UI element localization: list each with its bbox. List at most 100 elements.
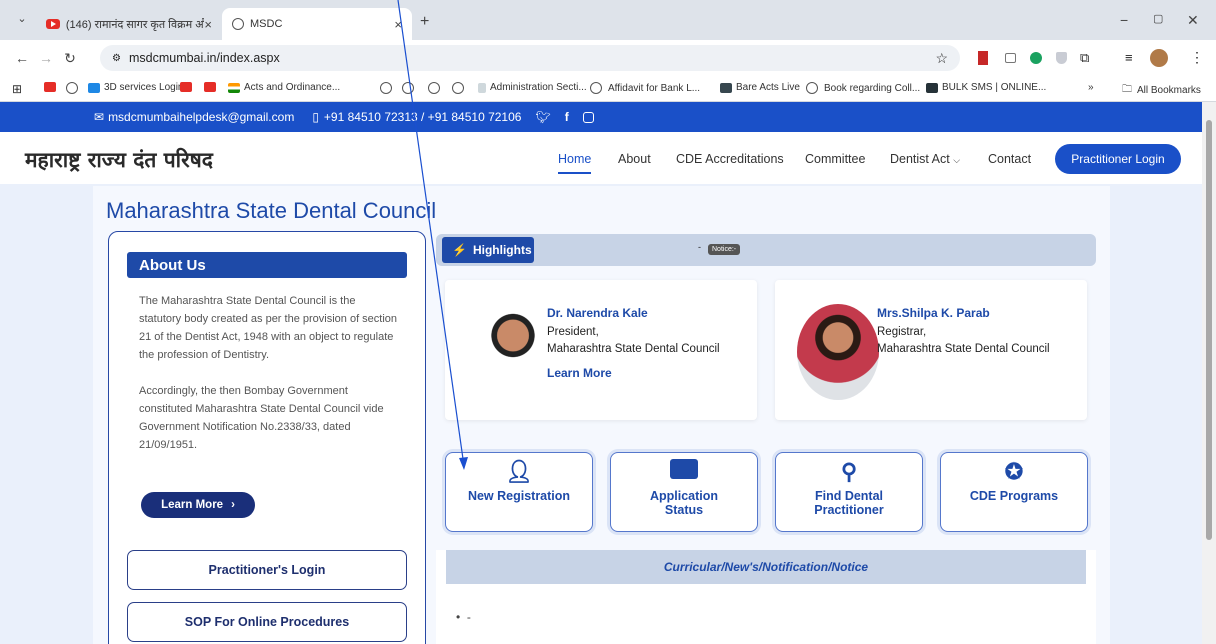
site-header: महाराष्ट्र राज्य दंत परिषद Home About CD… [0, 132, 1202, 184]
nav-cde-accreditations[interactable]: CDE Accreditations [676, 152, 784, 166]
cde-programs-tile[interactable]: ✪ CDE Programs [940, 452, 1088, 532]
twitter-icon[interactable]: 🐦︎ [535, 110, 550, 124]
bookmark-youtube[interactable] [204, 82, 220, 92]
extension-icon[interactable] [978, 51, 988, 65]
bookmark-bare-acts[interactable]: Bare Acts Live [720, 82, 800, 93]
highlights-badge: ⚡ Highlights [442, 237, 534, 263]
nav-dentist-act[interactable]: Dentist Act ⌵ [890, 152, 960, 166]
site-info-icon[interactable]: ⚙ [112, 53, 121, 64]
facebook-icon[interactable]: f [565, 110, 569, 124]
bookmark-affidavit[interactable]: Affidavit for Bank L... [590, 82, 700, 94]
new-registration-tile[interactable]: 👤︎ New Registration [445, 452, 593, 532]
news-section: Curricular/New's/Notification/Notice • - [436, 550, 1096, 644]
contact-topbar: ✉ msdcmumbaihelpdesk@gmail.com ▯ +91 845… [0, 102, 1202, 132]
address-bar-row: ← → ↻ ⚙ msdcmumbai.in/index.aspx ☆ ⧉ ≡ ⋮ [0, 40, 1216, 76]
user-icon: 👤︎ [505, 459, 533, 484]
president-learn-more-link[interactable]: Learn More [547, 366, 612, 380]
about-heading: About Us [127, 252, 407, 278]
bookmark-globe[interactable] [66, 82, 84, 94]
extension-icon[interactable] [1005, 53, 1016, 63]
extensions-puzzle-icon[interactable]: ⧉ [1080, 50, 1089, 66]
main-content: Maharashtra State Dental Council About U… [93, 186, 1110, 644]
registrar-card: Mrs.Shilpa K. Parab Registrar, Maharashtr… [775, 280, 1087, 420]
bookmark-3d-services[interactable]: 3D services Login [88, 82, 183, 93]
profile-avatar[interactable] [1150, 49, 1168, 67]
scrollbar-thumb[interactable] [1206, 120, 1212, 540]
phone-text[interactable]: +91 84510 72313 / +91 84510 72106 [324, 110, 522, 124]
globe-icon [232, 18, 244, 30]
extension-icon[interactable] [1056, 52, 1067, 64]
about-card: About Us The Maharashtra State Dental Co… [108, 231, 426, 644]
bookmark-globe[interactable] [380, 82, 398, 94]
bookmark-administration[interactable]: Administration Secti... [478, 82, 587, 93]
find-dental-practitioner-tile[interactable]: ⚲ Find Dental Practitioner [775, 452, 923, 532]
bookmark-acts[interactable]: Acts and Ordinance... [228, 82, 340, 93]
reload-button[interactable]: ↻ [58, 50, 82, 67]
nav-home[interactable]: Home [558, 152, 592, 174]
back-button[interactable]: ← [10, 50, 34, 66]
email-link[interactable]: msdcmumbaihelpdesk@gmail.com [108, 110, 294, 124]
president-photo [473, 304, 553, 394]
bookmark-globe[interactable] [428, 82, 446, 94]
application-status-tile[interactable]: Application Status [610, 452, 758, 532]
close-window-button[interactable]: ✕ [1187, 12, 1199, 29]
registrar-role: Registrar, Maharashtra State Dental Counc… [877, 326, 1050, 355]
nav-about[interactable]: About [618, 152, 651, 166]
bookmarks-bar: ⊞ 3D services Login Acts and Ordinance..… [0, 76, 1216, 102]
apps-icon[interactable]: ⊞ [12, 82, 22, 96]
notice-label: Notice:- [708, 244, 741, 255]
restore-button[interactable]: ▢ [1153, 12, 1163, 25]
lightning-icon: ⚡ [452, 243, 467, 257]
about-learn-more-button[interactable]: Learn More › [141, 492, 255, 518]
tab-search-button[interactable]: ⌄ [10, 12, 34, 25]
card-icon [611, 459, 757, 485]
page-scrollbar[interactable] [1202, 102, 1216, 644]
practitioner-login-button[interactable]: Practitioner Login [1055, 144, 1181, 174]
all-bookmarks[interactable]: 🗀 All Bookmarks [1122, 82, 1201, 99]
news-heading: Curricular/New's/Notification/Notice [446, 550, 1086, 584]
bookmark-star-icon[interactable]: ☆ [935, 50, 948, 67]
url-input[interactable]: ⚙ msdcmumbai.in/index.aspx ☆ [100, 45, 960, 71]
forward-button[interactable]: → [34, 50, 58, 66]
minimize-button[interactable]: − [1120, 12, 1128, 28]
bookmark-globe[interactable] [402, 82, 420, 94]
about-paragraph-2: Accordingly, the then Bombay Government … [139, 385, 384, 451]
bookmark-book[interactable]: Book regarding Coll... [806, 82, 920, 94]
new-tab-button[interactable]: + [420, 13, 429, 31]
nav-committee[interactable]: Committee [805, 152, 865, 166]
browser-tab-bar: ⌄ (146) रामानंद सागर कृत विक्रम औ × MSDC… [0, 0, 1216, 40]
bookmark-globe[interactable] [452, 82, 470, 94]
tab-title: MSDC [250, 18, 283, 30]
nav-contact[interactable]: Contact [988, 152, 1031, 166]
extension-icon[interactable] [1030, 52, 1042, 64]
page-title: Maharashtra State Dental Council [106, 198, 437, 223]
menu-icon[interactable]: ⋮ [1190, 49, 1204, 66]
instagram-icon[interactable] [582, 111, 594, 123]
more-bookmarks-button[interactable]: » [1088, 82, 1094, 93]
youtube-icon [46, 19, 60, 29]
folder-icon: 🗀 [1122, 84, 1132, 95]
chevron-down-icon: ⌵ [953, 155, 961, 165]
url-text: msdcmumbai.in/index.aspx [128, 51, 280, 65]
practitioners-login-button[interactable]: Practitioner's Login [127, 550, 407, 590]
tab-msdc[interactable]: MSDC × [222, 8, 412, 40]
tab-youtube[interactable]: (146) रामानंद सागर कृत विक्रम औ × [36, 8, 222, 40]
reading-list-icon[interactable]: ≡ [1125, 50, 1133, 65]
president-card: Dr. Narendra Kale President, Maharashtra … [445, 280, 757, 420]
registrar-name: Mrs.Shilpa K. Parab [877, 306, 990, 320]
bookmark-bulk-sms[interactable]: BULK SMS | ONLINE... [926, 82, 1046, 93]
site-brand[interactable]: महाराष्ट्र राज्य दंत परिषद [25, 146, 213, 174]
sop-online-procedures-button[interactable]: SOP For Online Procedures [127, 602, 407, 642]
phone-icon: ▯ [312, 110, 319, 124]
highlights-bar: ⚡ Highlights - Notice:- [436, 234, 1096, 266]
bookmark-youtube[interactable] [44, 82, 60, 92]
close-tab-icon[interactable]: × [394, 17, 402, 32]
president-name: Dr. Narendra Kale [547, 306, 648, 320]
award-icon: ✪ [1004, 459, 1024, 484]
close-tab-icon[interactable]: × [204, 17, 212, 32]
news-item[interactable]: • - [456, 610, 471, 624]
bookmark-youtube[interactable] [180, 82, 196, 92]
chevron-right-icon: › [231, 499, 235, 511]
registrar-photo [797, 304, 879, 400]
about-text: The Maharashtra State Dental Council is … [139, 292, 399, 454]
